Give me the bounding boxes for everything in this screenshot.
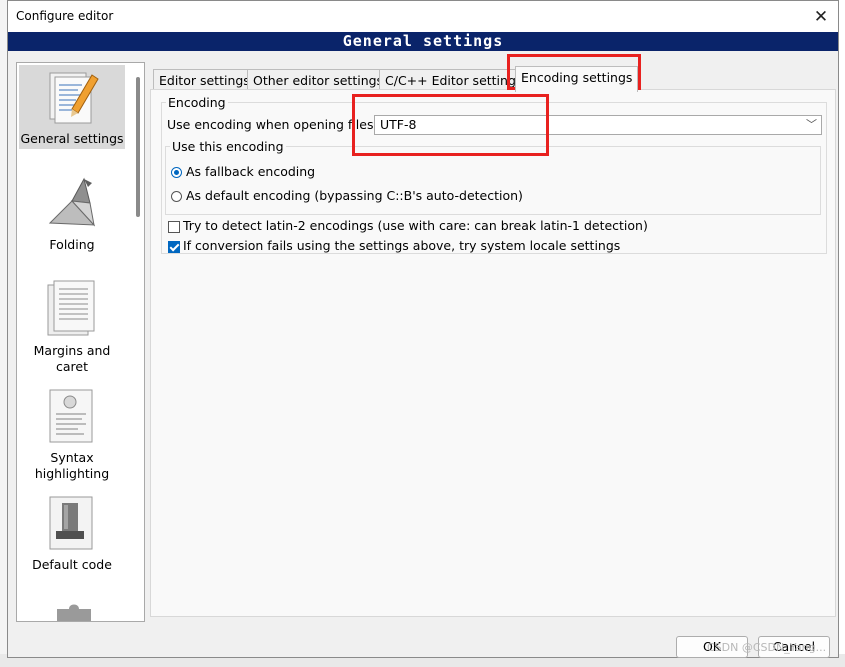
puzzle-icon bbox=[57, 604, 91, 621]
encoding-select-value: UTF-8 bbox=[380, 117, 417, 132]
folding-icon bbox=[48, 177, 96, 227]
sidebar-scrollbar[interactable] bbox=[136, 77, 140, 217]
latin2-detect-checkbox[interactable] bbox=[168, 221, 180, 233]
default-encoding-label: As default encoding (bypassing C::B's au… bbox=[186, 188, 523, 203]
sidebar-item-label: Folding bbox=[49, 237, 95, 252]
sidebar-item-label: Default code bbox=[32, 557, 112, 572]
tab-cpp-editor-settings[interactable]: C/C++ Editor settings bbox=[379, 69, 529, 91]
fallback-encoding-label: As fallback encoding bbox=[186, 164, 316, 179]
use-encoding-label: Use encoding when opening files: bbox=[167, 117, 378, 132]
encoding-settings-page: Encoding Use encoding when opening files… bbox=[150, 89, 836, 617]
settings-panel: Editor settings Other editor settings C/… bbox=[150, 62, 836, 617]
encoding-select[interactable]: UTF-8 ﹀ bbox=[374, 115, 822, 135]
encoding-group-label: Encoding bbox=[166, 95, 228, 110]
sidebar-item-label: Syntax highlighting bbox=[34, 450, 110, 481]
watermark: CSDN @CSDN_Yang... bbox=[707, 641, 827, 654]
sidebar-item-label: Margins and caret bbox=[33, 343, 111, 374]
sidebar-item-default-code[interactable]: Default code bbox=[19, 491, 125, 575]
sidebar-item-margins-caret[interactable]: Margins and caret bbox=[19, 277, 125, 377]
configure-editor-dialog: Configure editor ✕ General settings Gene… bbox=[7, 0, 839, 658]
default-code-icon bbox=[49, 496, 93, 550]
syntax-icon bbox=[49, 389, 93, 443]
sidebar-item-folding[interactable]: Folding bbox=[19, 171, 125, 255]
system-locale-label: If conversion fails using the settings a… bbox=[183, 238, 621, 253]
title-bar: Configure editor ✕ bbox=[8, 1, 838, 32]
dialog-title: Configure editor bbox=[16, 9, 114, 23]
sidebar-item-syntax-highlighting[interactable]: Syntax highlighting bbox=[19, 384, 125, 484]
default-encoding-radio[interactable] bbox=[171, 191, 182, 202]
margins-icon bbox=[47, 280, 95, 336]
chevron-down-icon: ﹀ bbox=[806, 118, 817, 131]
tab-encoding-settings[interactable]: Encoding settings bbox=[515, 66, 639, 92]
settings-sidebar[interactable]: General settings Folding Margins and car… bbox=[16, 62, 145, 622]
close-button[interactable]: ✕ bbox=[804, 1, 838, 32]
fallback-encoding-radio[interactable] bbox=[171, 167, 182, 178]
latin2-detect-label: Try to detect latin-2 encodings (use wit… bbox=[183, 218, 648, 233]
section-banner: General settings bbox=[8, 32, 838, 51]
use-this-encoding-group: Use this encoding As fallback encoding A… bbox=[165, 139, 821, 215]
sidebar-item-general-settings[interactable]: General settings bbox=[19, 65, 125, 149]
encoding-group: Encoding Use encoding when opening files… bbox=[161, 95, 827, 254]
tab-editor-settings[interactable]: Editor settings bbox=[153, 69, 256, 91]
system-locale-checkbox[interactable] bbox=[168, 241, 180, 253]
sidebar-item-label: General settings bbox=[20, 131, 124, 146]
use-this-encoding-label: Use this encoding bbox=[170, 139, 286, 154]
tab-other-editor-settings[interactable]: Other editor settings bbox=[247, 69, 390, 91]
general-settings-icon bbox=[49, 72, 99, 124]
